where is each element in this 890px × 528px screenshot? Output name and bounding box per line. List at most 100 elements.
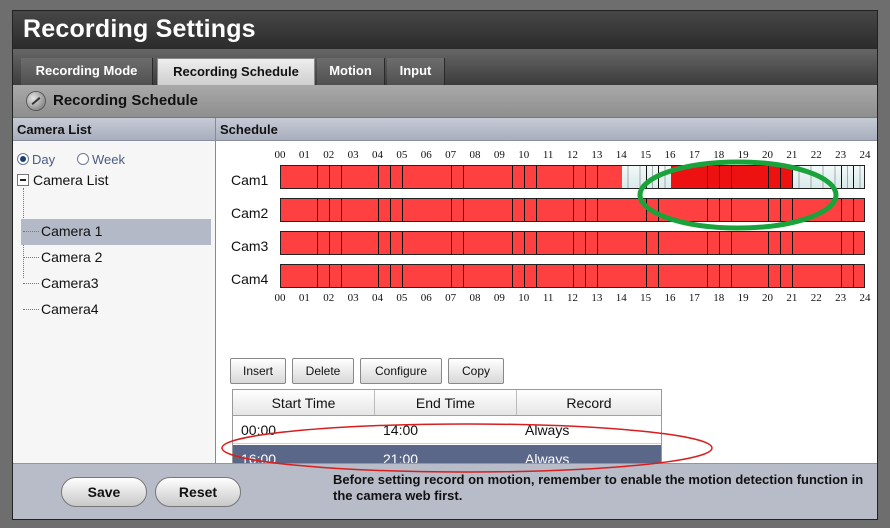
timeline-slot-empty[interactable]: [792, 166, 806, 188]
timeline-slot-recording[interactable]: [415, 265, 428, 287]
timeline-slot-recording[interactable]: [683, 232, 696, 254]
timeline-slot-recording[interactable]: [281, 199, 294, 221]
delete-button[interactable]: Delete: [292, 358, 354, 384]
timeline-slot-recording[interactable]: [585, 166, 599, 188]
timeline-slot-recording[interactable]: [573, 199, 587, 221]
timeline-slot-recording[interactable]: [768, 232, 782, 254]
timeline-slot-recording[interactable]: [731, 166, 745, 188]
timeline-slot-recording[interactable]: [341, 232, 355, 254]
cam1-timeline[interactable]: [280, 165, 865, 189]
timeline-slot-recording[interactable]: [707, 232, 721, 254]
timeline-slot-recording[interactable]: [524, 166, 538, 188]
timeline-slot-recording[interactable]: [402, 265, 416, 287]
timeline-slot-recording[interactable]: [707, 265, 721, 287]
timeline-slot-recording[interactable]: [512, 166, 526, 188]
timeline-slot-recording[interactable]: [317, 232, 331, 254]
week-radio[interactable]: Week: [77, 152, 125, 167]
configure-button[interactable]: Configure: [360, 358, 442, 384]
timeline-slot-recording[interactable]: [817, 199, 830, 221]
timeline-slot-recording[interactable]: [805, 232, 818, 254]
timeline-slot-recording[interactable]: [707, 166, 721, 188]
timeline-slot-recording[interactable]: [829, 265, 843, 287]
timeline-slot-recording[interactable]: [683, 199, 696, 221]
timeline-slot-recording[interactable]: [646, 199, 660, 221]
timeline-slot-recording[interactable]: [610, 232, 623, 254]
timeline-slot-recording[interactable]: [329, 199, 343, 221]
timeline-slot-empty[interactable]: [841, 166, 855, 188]
timeline-slot-recording[interactable]: [756, 166, 769, 188]
timeline-slot-recording[interactable]: [524, 199, 538, 221]
timeline-slot-recording[interactable]: [329, 265, 343, 287]
timeline-slot-recording[interactable]: [378, 232, 392, 254]
collapse-icon[interactable]: [17, 174, 29, 186]
timeline-slot-empty[interactable]: [634, 166, 648, 188]
timeline-slot-recording[interactable]: [634, 232, 648, 254]
timeline-slot-recording[interactable]: [573, 265, 587, 287]
timeline-slot-recording[interactable]: [451, 265, 465, 287]
timeline-slot-recording[interactable]: [329, 232, 343, 254]
timeline-slot-recording[interactable]: [536, 166, 550, 188]
timeline-slot-recording[interactable]: [683, 166, 696, 188]
timeline-slot-recording[interactable]: [585, 199, 599, 221]
timeline-slot-recording[interactable]: [573, 166, 587, 188]
cam3-timeline[interactable]: [280, 231, 865, 255]
timeline-slot-recording[interactable]: [329, 166, 343, 188]
insert-button[interactable]: Insert: [230, 358, 286, 384]
timeline-slot-recording[interactable]: [768, 265, 782, 287]
timeline-slot-recording[interactable]: [415, 166, 428, 188]
timeline-slot-recording[interactable]: [281, 232, 294, 254]
timeline-slot-recording[interactable]: [695, 232, 709, 254]
timeline-slot-recording[interactable]: [780, 199, 794, 221]
timeline-slot-recording[interactable]: [536, 199, 550, 221]
timeline-slot-recording[interactable]: [500, 199, 514, 221]
timeline-slot-recording[interactable]: [646, 232, 660, 254]
timeline-slot-recording[interactable]: [476, 166, 489, 188]
tab-recording-schedule[interactable]: Recording Schedule: [157, 58, 315, 85]
timeline-slot-recording[interactable]: [305, 232, 319, 254]
timeline-slot-recording[interactable]: [671, 265, 684, 287]
timeline-slot-recording[interactable]: [622, 265, 635, 287]
timeline-slot-recording[interactable]: [488, 199, 501, 221]
tab-motion[interactable]: Motion: [317, 58, 385, 85]
timeline-slot-recording[interactable]: [610, 199, 623, 221]
timeline-slot-empty[interactable]: [622, 166, 635, 188]
timeline-slot-recording[interactable]: [768, 166, 782, 188]
timeline-slot-recording[interactable]: [756, 199, 769, 221]
timeline-slot-empty[interactable]: [805, 166, 818, 188]
timeline-slot-recording[interactable]: [597, 265, 611, 287]
timeline-slot-recording[interactable]: [744, 199, 757, 221]
timeline-slot-recording[interactable]: [561, 199, 574, 221]
timeline-slot-recording[interactable]: [512, 232, 526, 254]
tree-item-camera-3[interactable]: Camera3: [21, 271, 211, 297]
timeline-slot-recording[interactable]: [476, 232, 489, 254]
timeline-slot-recording[interactable]: [622, 199, 635, 221]
cam4-timeline[interactable]: [280, 264, 865, 288]
timeline-slot-recording[interactable]: [792, 232, 806, 254]
timeline-slot-recording[interactable]: [658, 199, 672, 221]
timeline-slot-recording[interactable]: [792, 265, 806, 287]
timeline-slot-recording[interactable]: [731, 199, 745, 221]
timeline-slot-recording[interactable]: [402, 199, 416, 221]
timeline-slot-recording[interactable]: [402, 166, 416, 188]
timeline-slot-recording[interactable]: [719, 232, 733, 254]
timeline-slot-recording[interactable]: [841, 265, 855, 287]
timeline-slot-recording[interactable]: [354, 265, 367, 287]
tree-item-camera-1[interactable]: Camera 1: [21, 219, 211, 245]
timeline-slot-recording[interactable]: [744, 166, 757, 188]
timeline-slot-recording[interactable]: [671, 166, 684, 188]
timeline-slot-recording[interactable]: [829, 232, 843, 254]
timeline-slot-recording[interactable]: [841, 199, 855, 221]
timeline-slot-recording[interactable]: [719, 166, 733, 188]
timeline-slot-recording[interactable]: [731, 232, 745, 254]
timeline-slot-recording[interactable]: [354, 166, 367, 188]
timeline-slot-recording[interactable]: [549, 166, 562, 188]
timeline-slot-recording[interactable]: [439, 166, 453, 188]
timeline-slot-recording[interactable]: [524, 232, 538, 254]
reset-button[interactable]: Reset: [155, 477, 241, 507]
timeline-slot-recording[interactable]: [817, 232, 830, 254]
timeline-slot-recording[interactable]: [305, 166, 319, 188]
timeline-slot-recording[interactable]: [439, 232, 453, 254]
timeline-slot-recording[interactable]: [646, 265, 660, 287]
timeline-slot-recording[interactable]: [695, 199, 709, 221]
timeline-slot-recording[interactable]: [415, 199, 428, 221]
